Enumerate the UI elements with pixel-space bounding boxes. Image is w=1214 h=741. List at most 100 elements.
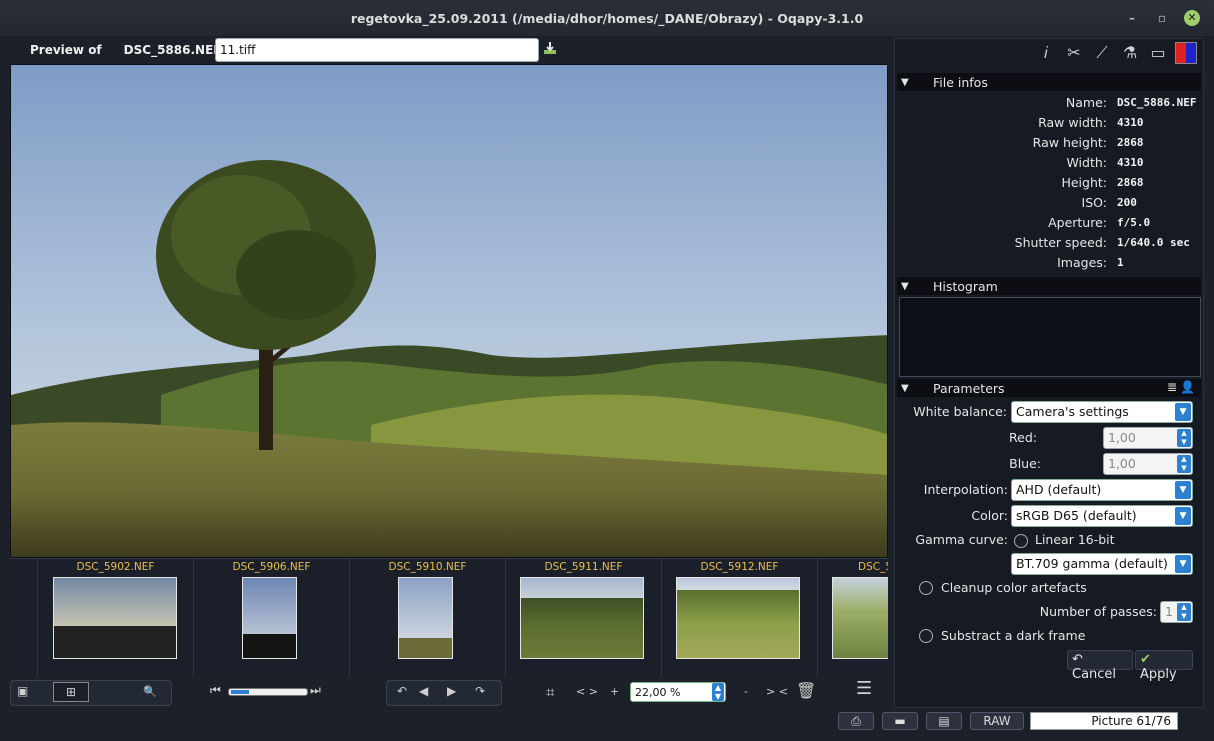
spinner-arrows-icon[interactable]: ▲ ▼: [1177, 455, 1191, 473]
fit-shrink-button[interactable]: > <: [766, 685, 788, 698]
thumbnail-item[interactable]: DSC_5912.NEF: [662, 559, 818, 677]
apply-button[interactable]: ✔ Apply: [1135, 650, 1193, 682]
crop-icon[interactable]: ⌗: [546, 683, 554, 701]
thumbnail-strip[interactable]: DSC_5902.NEF DSC_5906.NEF DSC_5910.NEF D…: [10, 558, 888, 678]
red-value: 1,00: [1108, 430, 1136, 445]
thumbnail-image: [832, 577, 888, 659]
folder-icon[interactable]: ▬: [882, 712, 918, 730]
save-icon[interactable]: [543, 41, 557, 55]
blue-value: 1,00: [1108, 456, 1136, 471]
output-filename-input[interactable]: [215, 38, 539, 62]
spinner-arrows-icon[interactable]: ▲ ▼: [1177, 429, 1191, 447]
check-icon: ✔: [1140, 652, 1151, 667]
next-image-icon[interactable]: ▶: [447, 684, 456, 698]
rotate-right-icon[interactable]: ↷: [475, 684, 485, 698]
passes-value: 1: [1165, 604, 1173, 619]
previous-image-icon[interactable]: ◀: [419, 684, 428, 698]
trash-icon[interactable]: 🗑: [796, 681, 816, 700]
undo-icon: ↶: [1072, 652, 1083, 667]
fit-expand-button[interactable]: < >: [576, 685, 598, 698]
cancel-label: Cancel: [1072, 667, 1117, 682]
gamma-select[interactable]: BT.709 gamma (default) ▼: [1011, 553, 1193, 575]
user-icon[interactable]: 👤: [1180, 380, 1195, 394]
file-infos-title: File infos: [933, 74, 988, 90]
raw-button[interactable]: RAW: [970, 712, 1024, 730]
rotate-left-icon[interactable]: ↶: [397, 684, 407, 698]
spinner-arrows-icon[interactable]: ▲ ▼: [1177, 603, 1191, 621]
menu-icon[interactable]: ☰: [856, 680, 872, 698]
passes-spinbox[interactable]: 1 ▲ ▼: [1160, 601, 1193, 623]
folder-icon[interactable]: ▭: [1147, 42, 1169, 64]
info-value: 4310: [1117, 116, 1144, 129]
color-channels-icon[interactable]: [1175, 42, 1197, 64]
picture-counter: Picture 61/76: [1030, 712, 1178, 730]
info-key: Aperture:: [1048, 215, 1107, 230]
collapse-triangle-icon[interactable]: ▼: [901, 281, 915, 292]
thumbnail-item[interactable]: DSC_5911.NEF: [506, 559, 662, 677]
filmstrip-view-icon[interactable]: ▣: [17, 684, 28, 698]
thumbnail-item[interactable]: DSC_5910.NEF: [350, 559, 506, 677]
white-balance-value: Camera's settings: [1016, 404, 1129, 419]
info-value: 2868: [1117, 176, 1144, 189]
linear-16bit-radio[interactable]: [1014, 534, 1028, 548]
zoom-search-icon[interactable]: 🔍: [143, 685, 157, 698]
scissors-icon[interactable]: ✂: [1063, 42, 1085, 64]
slider-handle[interactable]: [231, 690, 249, 694]
blue-label: Blue:: [1009, 456, 1041, 471]
blue-spinbox[interactable]: 1,00 ▲ ▼: [1103, 453, 1193, 475]
first-image-icon[interactable]: ⏮: [210, 683, 221, 698]
file-infos-header[interactable]: ▼ File infos: [897, 73, 1201, 91]
red-spinbox[interactable]: 1,00 ▲ ▼: [1103, 427, 1193, 449]
dark-frame-radio[interactable]: [919, 629, 933, 643]
info-row: Aperture: f/5.0: [897, 215, 1201, 235]
cancel-button[interactable]: ↶ Cancel: [1067, 650, 1133, 682]
histogram-header[interactable]: ▼ Histogram: [897, 277, 1201, 295]
info-row: Width: 4310: [897, 155, 1201, 175]
bottom-toolbar: ▣ ⊞ 🔍 ⏮ ⏭ ↶ ◀ ▶ ↷ ⌗ < > + ▲▼ - > < 🗑 ☰: [10, 678, 890, 708]
navigation-slider[interactable]: [228, 688, 308, 696]
curves-icon[interactable]: ⟋: [1091, 42, 1113, 64]
thumbnail-image: [53, 577, 177, 659]
cleanup-artefacts-radio[interactable]: [919, 581, 933, 595]
color-space-select[interactable]: sRGB D65 (default) ▼: [1011, 505, 1193, 527]
thumb-cell-partial: [10, 559, 38, 677]
maximize-button[interactable]: ▫: [1154, 10, 1170, 26]
minimize-button[interactable]: –: [1124, 10, 1140, 26]
thumbnail-item[interactable]: DSC_5902.NEF: [38, 559, 194, 677]
info-key: Width:: [1066, 155, 1107, 170]
collapse-triangle-icon[interactable]: ▼: [901, 383, 915, 394]
zoom-in-button[interactable]: +: [610, 685, 619, 698]
title-bar[interactable]: regetovka_25.09.2011 (/media/dhor/homes/…: [0, 0, 1214, 36]
close-button[interactable]: ✕: [1184, 10, 1200, 26]
zoom-spinner-icon[interactable]: ▲ ▼: [712, 683, 724, 701]
landscape-photo: [11, 65, 887, 557]
thumbnail-name: DSC_5911.NEF: [544, 561, 623, 573]
parameters-header[interactable]: ▼ Parameters ≣ 👤: [897, 379, 1201, 397]
list-icon[interactable]: ≣: [1167, 380, 1177, 394]
collapse-triangle-icon[interactable]: ▼: [901, 77, 915, 88]
film-icon[interactable]: ▤: [926, 712, 962, 730]
info-value: 4310: [1117, 156, 1144, 169]
status-bar: ⎙ ▬ ▤ RAW Picture 61/76: [0, 709, 1214, 733]
thumbnail-name: DSC_5: [858, 561, 888, 573]
zoom-out-button[interactable]: -: [744, 685, 748, 698]
thumbnail-item[interactable]: DSC_5906.NEF: [194, 559, 350, 677]
image-preview[interactable]: [10, 64, 888, 558]
grid-view-icon[interactable]: ⊞: [53, 682, 89, 702]
histogram-canvas: [899, 297, 1201, 377]
app-window: regetovka_25.09.2011 (/media/dhor/homes/…: [0, 0, 1214, 741]
passes-label: Number of passes:: [1039, 604, 1157, 619]
info-value: f/5.0: [1117, 216, 1151, 229]
thumbnail-item[interactable]: DSC_5: [818, 559, 888, 677]
info-value: 1/640.0 sec: [1117, 236, 1190, 249]
last-image-icon[interactable]: ⏭: [310, 683, 321, 698]
white-balance-select[interactable]: Camera's settings ▼: [1011, 401, 1193, 423]
info-icon[interactable]: 𝑖: [1035, 42, 1057, 64]
flask-icon[interactable]: ⚗: [1119, 42, 1141, 64]
interpolation-select[interactable]: AHD (default) ▼: [1011, 479, 1193, 501]
interpolation-label: Interpolation:: [923, 482, 1008, 497]
print-icon[interactable]: ⎙: [838, 712, 874, 730]
info-row: Height: 2868: [897, 175, 1201, 195]
color-label: Color:: [971, 508, 1008, 523]
red-label: Red:: [1009, 430, 1037, 445]
